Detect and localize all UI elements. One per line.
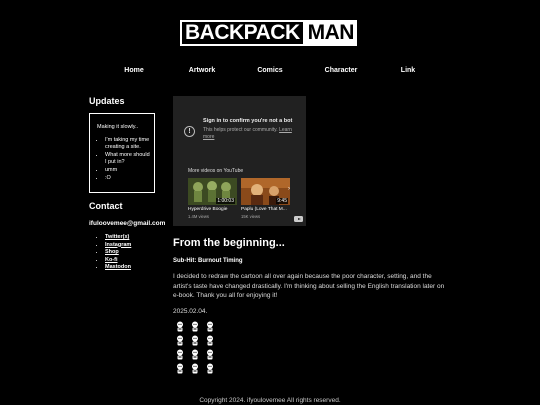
video-signin-desc: This helps protect our community. Learn … [203, 127, 299, 141]
character-stamp [192, 349, 198, 360]
nav-link[interactable]: Link [401, 67, 415, 74]
video-title[interactable]: Hyperdrive Boogie [188, 207, 227, 212]
footer-copyright: Copyright 2024. ifyoulovemee All rights … [199, 397, 341, 404]
contact-email: ifuloovemee@gmail.com [89, 220, 166, 227]
character-stamps-image [173, 320, 221, 376]
logo-text-backpack: BACKPACK [180, 20, 305, 46]
updates-heading: Updates [89, 96, 125, 106]
character-stamp [207, 335, 213, 346]
chevron-right-icon[interactable]: › [288, 186, 290, 192]
character-stamp [177, 321, 183, 332]
video-views: 15K views [241, 214, 261, 219]
more-videos-label: More videos on YouTube [188, 168, 244, 174]
list-item: :O [105, 175, 150, 182]
video-signin-title: Sign in to confirm you're not a bot [203, 118, 293, 124]
character-stamp [192, 335, 198, 346]
video-title[interactable]: Paplu (Love That M... [241, 207, 287, 212]
site-logo[interactable]: BACKPACK MAN [180, 20, 357, 46]
character-stamp [177, 363, 183, 374]
character-stamp [207, 363, 213, 374]
link-kofi[interactable]: Ko-fi [105, 257, 131, 265]
logo-text-man: MAN [304, 20, 357, 46]
nav-comics[interactable]: Comics [257, 67, 282, 74]
character-stamp [207, 349, 213, 360]
video-desc-text: This helps protect our community. [203, 127, 278, 133]
link-instagram[interactable]: Instagram [105, 242, 131, 250]
post-title: From the beginning... [173, 237, 285, 249]
nav-home[interactable]: Home [124, 67, 143, 74]
character-stamp [177, 349, 183, 360]
list-item: umm [105, 167, 150, 174]
youtube-embed[interactable]: ! Sign in to confirm you're not a bot Th… [173, 96, 306, 226]
post-body: I decided to redraw the cartoon all over… [173, 273, 445, 299]
video-thumbnail[interactable]: 9:45 [241, 178, 290, 205]
list-item: What more should I put in? [105, 152, 150, 166]
character-stamp [207, 321, 213, 332]
post-subtitle: Sub-Hit: Burnout Timing [173, 258, 243, 264]
contact-links: Twitter(x) Instagram Shop Ko-fi Mastodon [98, 234, 131, 272]
character-stamp [192, 321, 198, 332]
video-duration: 9:45 [276, 198, 288, 204]
alert-icon: ! [184, 126, 195, 137]
post-date: 2025.02.04. [173, 308, 208, 315]
updates-box: Making it slowly.. I'm taking my time cr… [89, 113, 155, 193]
youtube-logo-icon[interactable] [294, 216, 303, 222]
link-twitter[interactable]: Twitter(x) [105, 234, 131, 242]
character-stamp [192, 363, 198, 374]
link-shop[interactable]: Shop [105, 249, 131, 257]
video-duration: 1:00:03 [216, 198, 235, 204]
link-mastodon[interactable]: Mastodon [105, 264, 131, 272]
character-stamp [177, 335, 183, 346]
nav-artwork[interactable]: Artwork [189, 67, 215, 74]
video-views: 1.4M views [188, 214, 209, 219]
contact-heading: Contact [89, 201, 123, 211]
video-thumbnail[interactable]: 1:00:03 [188, 178, 237, 205]
updates-list: I'm taking my time creating a site. What… [97, 137, 150, 182]
main-nav: Home Artwork Comics Character Link [0, 67, 540, 79]
list-item: I'm taking my time creating a site. [105, 137, 150, 151]
updates-intro: Making it slowly.. [97, 124, 139, 130]
nav-character[interactable]: Character [325, 67, 358, 74]
